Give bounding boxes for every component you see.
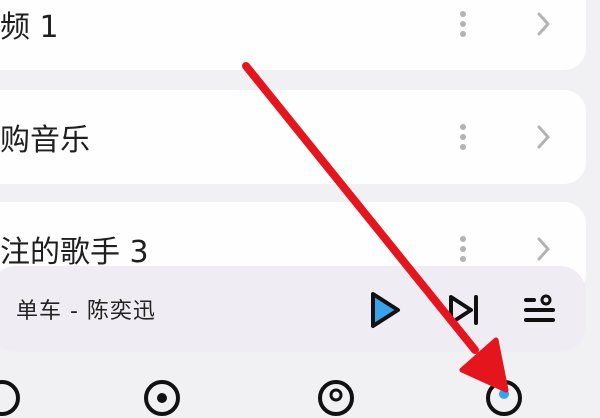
chevron-right-icon[interactable] [536, 10, 552, 38]
nav-icon-4[interactable] [476, 378, 532, 418]
list-item-label: 频 1 [0, 10, 59, 45]
chevron-right-icon[interactable] [536, 235, 552, 263]
play-icon[interactable] [364, 288, 404, 332]
now-playing-text: 单车 - 陈奕迅 [16, 299, 156, 324]
list-item-label: 购音乐 [0, 123, 90, 158]
nav-icon-2[interactable] [134, 378, 190, 418]
more-vertical-icon[interactable] [458, 235, 468, 263]
playlist-icon[interactable] [520, 288, 560, 332]
bottom-navigation [0, 356, 600, 416]
list-card-2[interactable]: 购音乐 [0, 90, 586, 184]
mini-player[interactable]: 单车 - 陈奕迅 [0, 266, 586, 352]
chevron-right-icon[interactable] [536, 123, 552, 151]
nav-icon-1[interactable] [0, 378, 30, 418]
nav-icon-3[interactable] [308, 378, 364, 418]
list-item-label: 注的歌手 3 [0, 235, 149, 270]
more-vertical-icon[interactable] [458, 10, 468, 38]
list-card-1[interactable]: 频 1 [0, 0, 586, 70]
next-icon[interactable] [444, 288, 484, 332]
more-vertical-icon[interactable] [458, 123, 468, 151]
